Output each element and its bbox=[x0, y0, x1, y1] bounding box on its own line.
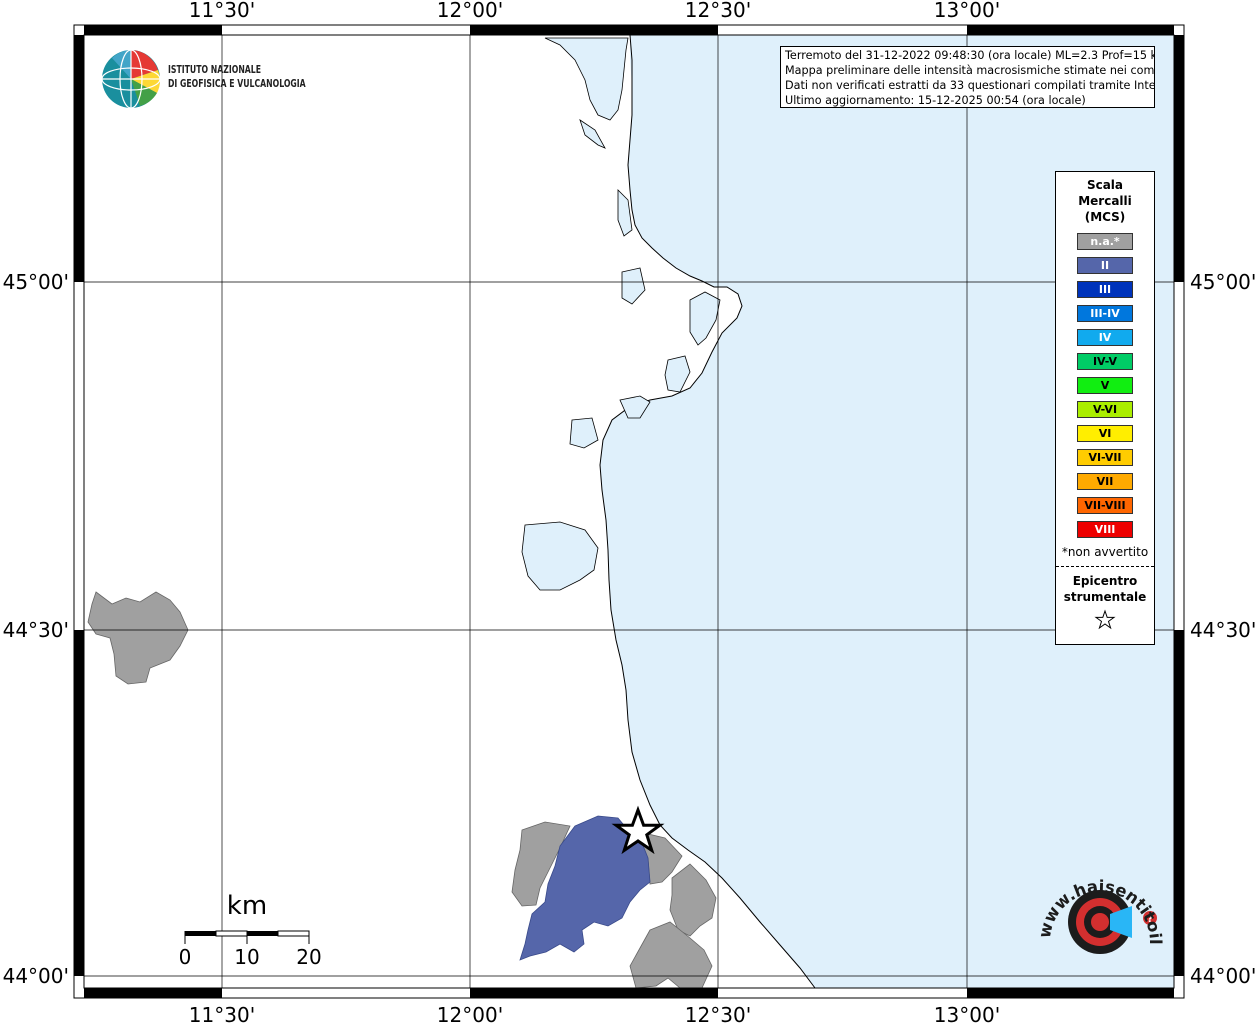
legend-epicenter-label: Epicentro strumentale bbox=[1056, 573, 1154, 605]
legend-item-swatch: VI-VII bbox=[1077, 449, 1133, 466]
legend-item-swatch: III bbox=[1077, 281, 1133, 298]
event-info-line: Terremoto del 31-12-2022 09:48:30 (ora l… bbox=[785, 49, 1155, 62]
lat-ticks-right: 45°00' 44°30' 44°00' bbox=[1190, 270, 1256, 988]
lon-tick: 13°00' bbox=[934, 1003, 1000, 1024]
event-info-line: Mappa preliminare delle intensità macros… bbox=[785, 64, 1155, 77]
legend-item-swatch: III-IV bbox=[1077, 305, 1133, 322]
legend-epicenter-line: strumentale bbox=[1063, 590, 1147, 604]
scale-label: 20 bbox=[296, 945, 321, 969]
lat-ticks-left: 45°00' 44°30' 44°00' bbox=[3, 270, 69, 988]
scale-segment bbox=[277, 930, 310, 937]
scale-segment bbox=[185, 931, 216, 936]
lat-tick: 45°00' bbox=[1190, 270, 1256, 294]
mcs-legend: Scala Mercalli (MCS) n.a.* II III III-IV IV I… bbox=[1055, 171, 1155, 645]
event-info-box: Terremoto del 31-12-2022 09:48:30 (ora l… bbox=[780, 46, 1155, 108]
legend-item-swatch: IV-V bbox=[1077, 353, 1133, 370]
legend-title-line: (MCS) bbox=[1084, 210, 1126, 224]
target-ring bbox=[1091, 913, 1109, 931]
lat-tick: 45°00' bbox=[3, 270, 69, 294]
legend-item-swatch: VI bbox=[1077, 425, 1133, 442]
legend-title-line: Mercalli bbox=[1078, 194, 1132, 208]
scale-unit: km bbox=[227, 891, 267, 921]
lon-tick: 12°30' bbox=[685, 0, 751, 22]
ingv-logo: ISTITUTO NAZIONALE DI GEOFISICA E VULCAN… bbox=[100, 46, 320, 110]
scale-segment bbox=[215, 930, 248, 937]
event-info-line: Ultimo aggiornamento: 15-12-2025 00:54 (… bbox=[785, 94, 1086, 107]
lat-tick: 44°30' bbox=[3, 618, 69, 642]
legend-divider bbox=[1056, 566, 1154, 567]
lon-ticks-bottom: 11°30' 12°00' 12°30' 13°00' bbox=[189, 1003, 1000, 1024]
lon-tick: 11°30' bbox=[189, 0, 255, 22]
ingv-name-line1: ISTITUTO NAZIONALE bbox=[168, 64, 262, 76]
lon-tick: 13°00' bbox=[934, 0, 1000, 22]
scale-label: 10 bbox=[234, 945, 259, 969]
ingv-globe-icon bbox=[101, 49, 161, 109]
lon-tick: 12°00' bbox=[437, 0, 503, 22]
haisentito-logo[interactable]: ? www.haisentitoilterremoto.it bbox=[1023, 847, 1167, 977]
lon-tick: 12°00' bbox=[437, 1003, 503, 1024]
event-info-line: Dati non verificati estratti da 33 quest… bbox=[785, 79, 1155, 92]
legend-item-swatch: n.a.* bbox=[1077, 233, 1133, 250]
scale-bar: km 0 10 20 bbox=[179, 888, 340, 973]
lat-tick: 44°00' bbox=[1190, 964, 1256, 988]
legend-item-swatch: II bbox=[1077, 257, 1133, 274]
ingv-name-line2: DI GEOFISICA E VULCANOLOGIA bbox=[168, 78, 306, 90]
legend-note: *non avvertito bbox=[1061, 545, 1149, 559]
legend-items: n.a.* II III III-IV IV IV-V V V-VI VI VI-VII VII VI… bbox=[1056, 233, 1154, 538]
scale-segment bbox=[247, 931, 278, 936]
legend-item-swatch: VII-VIII bbox=[1077, 497, 1133, 514]
legend-title: Scala Mercalli (MCS) bbox=[1056, 177, 1154, 225]
lat-tick: 44°30' bbox=[1190, 618, 1256, 642]
lat-tick: 44°00' bbox=[3, 964, 69, 988]
legend-item-swatch: VII bbox=[1077, 473, 1133, 490]
legend-epicenter-line: Epicentro bbox=[1072, 574, 1138, 588]
legend-item-swatch: V-VI bbox=[1077, 401, 1133, 418]
lon-ticks-top: 11°30' 12°00' 12°30' 13°00' bbox=[189, 0, 1000, 22]
epicenter-star-icon bbox=[1094, 609, 1116, 630]
legend-item-swatch: IV bbox=[1077, 329, 1133, 346]
lon-tick: 11°30' bbox=[189, 1003, 255, 1024]
scale-label: 0 bbox=[180, 945, 191, 969]
legend-item-swatch: VIII bbox=[1077, 521, 1133, 538]
legend-item-swatch: V bbox=[1077, 377, 1133, 394]
lon-tick: 12°30' bbox=[685, 1003, 751, 1024]
legend-title-line: Scala bbox=[1086, 178, 1124, 192]
